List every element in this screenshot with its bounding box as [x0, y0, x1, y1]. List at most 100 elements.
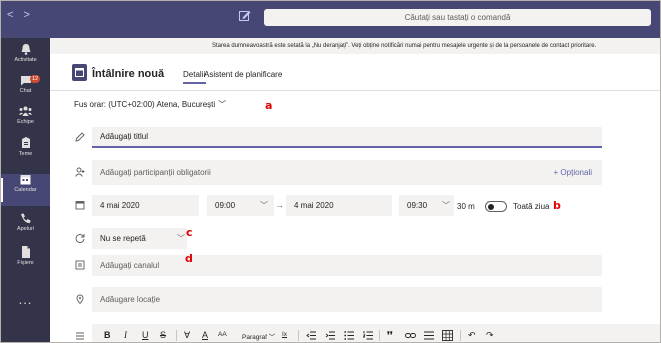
toolbar-divider	[298, 330, 299, 341]
repeat-select[interactable]: Nu se repetă ﹀	[92, 228, 187, 249]
rail-item-chat[interactable]: 12 Chat	[1, 75, 50, 107]
redo-button[interactable]: ↷	[486, 330, 494, 341]
table-icon[interactable]	[442, 330, 453, 341]
italic-button[interactable]: I	[124, 330, 127, 340]
start-date-field[interactable]: 4 mai 2020	[92, 195, 199, 216]
chevron-down-icon: ﹀	[260, 201, 268, 210]
forward-icon[interactable]: >	[23, 9, 39, 21]
meeting-icon	[72, 64, 87, 81]
end-time-select[interactable]: 09:30 ﹀	[399, 195, 454, 216]
rail-item-activity[interactable]: Activitate	[1, 44, 50, 76]
end-date-value: 4 mai 2020	[294, 201, 334, 210]
toolbar-divider	[176, 330, 177, 341]
horizontal-rule-icon[interactable]	[424, 331, 434, 340]
compose-icon[interactable]	[239, 10, 251, 21]
rail-label: Apeluri	[16, 226, 35, 232]
font-color-button[interactable]: A	[202, 330, 208, 340]
quote-icon[interactable]: ❜❜	[387, 330, 393, 341]
all-day-label: Toată ziua	[513, 202, 550, 211]
repeat-icon	[75, 234, 85, 243]
paragraph-select[interactable]: Paragraf ﹀	[242, 331, 275, 341]
rail-item-assignments[interactable]: Teme	[1, 137, 50, 169]
all-day-toggle[interactable]	[485, 201, 507, 212]
location-input[interactable]: Adăugare locație	[92, 287, 602, 312]
chevron-down-icon: ﹀	[177, 234, 185, 243]
chevron-down-icon: ﹀	[218, 100, 227, 109]
end-time-value: 09:30	[407, 201, 428, 210]
repeat-value: Nu se repetă	[100, 234, 146, 243]
add-people-icon	[75, 167, 85, 177]
indent-icon[interactable]	[325, 331, 335, 340]
title-input[interactable]: Adăugați titlul	[92, 127, 602, 148]
rail-item-calls[interactable]: Apeluri	[1, 213, 50, 245]
title-placeholder: Adăugați titlul	[100, 132, 149, 141]
assignments-icon	[21, 137, 30, 148]
start-date-value: 4 mai 2020	[100, 201, 140, 210]
location-icon	[76, 294, 84, 304]
font-size-button[interactable]: AA	[218, 331, 227, 338]
search-input[interactable]: Căutați sau tastați o comandă	[264, 9, 651, 26]
app-rail: Activitate 12 Chat Echipe Teme Calendar …	[1, 38, 50, 342]
rail-item-calendar[interactable]: Calendar	[1, 174, 50, 206]
end-date-field[interactable]: 4 mai 2020	[286, 195, 392, 216]
tab-scheduling-assistant[interactable]: Asistent de planificare	[204, 70, 282, 79]
teams-window: <> Căutați sau tastați o comandă Activit…	[1, 1, 660, 342]
link-icon[interactable]	[405, 331, 416, 340]
annotation-label: d	[185, 252, 193, 265]
bell-icon	[21, 44, 30, 55]
rail-item-files[interactable]: Fișiere	[1, 246, 50, 278]
start-time-select[interactable]: 09:00 ﹀	[207, 195, 274, 216]
meeting-form: Întâlnire nouă Detalii Asistent de plani…	[50, 54, 660, 342]
attendees-input[interactable]: Adăugați participanții obligatorii + Opț…	[92, 160, 602, 185]
timezone-label: Fus orar: (UTC+02:00) Atena, București	[74, 100, 216, 109]
list-icon	[76, 332, 84, 340]
rail-label: Chat	[19, 88, 32, 94]
annotation-label: b	[553, 199, 561, 212]
paragraph-label: Paragraf	[242, 334, 267, 341]
teams-icon	[19, 106, 32, 116]
location-placeholder: Adăugare locație	[100, 295, 161, 304]
calendar-icon	[20, 175, 31, 185]
search-placeholder: Căutați sau tastați o comandă	[404, 13, 511, 22]
toolbar-divider	[379, 330, 380, 341]
toolbar-divider	[460, 330, 461, 341]
strikethrough-button[interactable]: S	[160, 330, 166, 340]
active-tab-indicator	[183, 82, 206, 84]
tab-details[interactable]: Detalii	[183, 70, 205, 79]
annotation-label: a	[265, 99, 273, 112]
annotation-label: c	[186, 226, 193, 239]
rail-label: Echipe	[17, 119, 34, 125]
channel-placeholder: Adăugați canalul	[100, 261, 160, 270]
chevron-down-icon: ﹀	[442, 201, 450, 210]
bullet-list-icon[interactable]	[344, 331, 354, 340]
more-apps-button[interactable]: ...	[1, 293, 50, 328]
more-icon: ...	[18, 292, 33, 307]
history-nav: <>	[7, 9, 40, 21]
channel-icon	[75, 260, 85, 270]
rail-label: Activitate	[14, 57, 37, 63]
formatting-toolbar: B I U S ∀ A AA Paragraf ﹀ Ix ❜❜ ↶ ↷	[92, 324, 660, 342]
files-icon	[21, 246, 30, 258]
underline-button[interactable]: U	[142, 330, 149, 340]
rail-label: Calendar	[14, 187, 37, 193]
undo-button[interactable]: ↶	[468, 330, 476, 341]
page-title: Întâlnire nouă	[92, 68, 165, 80]
phone-icon	[21, 213, 31, 224]
bold-button[interactable]: B	[104, 330, 111, 340]
channel-input[interactable]: Adăugați canalul	[92, 255, 602, 276]
outdent-icon[interactable]	[306, 331, 316, 340]
top-bar: <> Căutați sau tastați o comandă	[1, 1, 660, 38]
optional-attendees-link[interactable]: + Opționali	[554, 160, 592, 185]
rail-item-teams[interactable]: Echipe	[1, 106, 50, 138]
pencil-icon	[75, 132, 85, 142]
calendar-icon	[75, 201, 85, 210]
clear-formatting-button[interactable]: Ix	[282, 331, 287, 338]
header-divider	[50, 90, 660, 91]
back-icon[interactable]: <	[7, 9, 23, 21]
rail-label: Fișiere	[17, 260, 34, 266]
unread-badge: 12	[30, 75, 40, 83]
start-time-value: 09:00	[215, 201, 236, 210]
timezone-select[interactable]: Fus orar: (UTC+02:00) Atena, București ﹀	[74, 99, 226, 110]
numbered-list-icon[interactable]	[363, 331, 373, 340]
highlight-button[interactable]: ∀	[184, 330, 190, 341]
